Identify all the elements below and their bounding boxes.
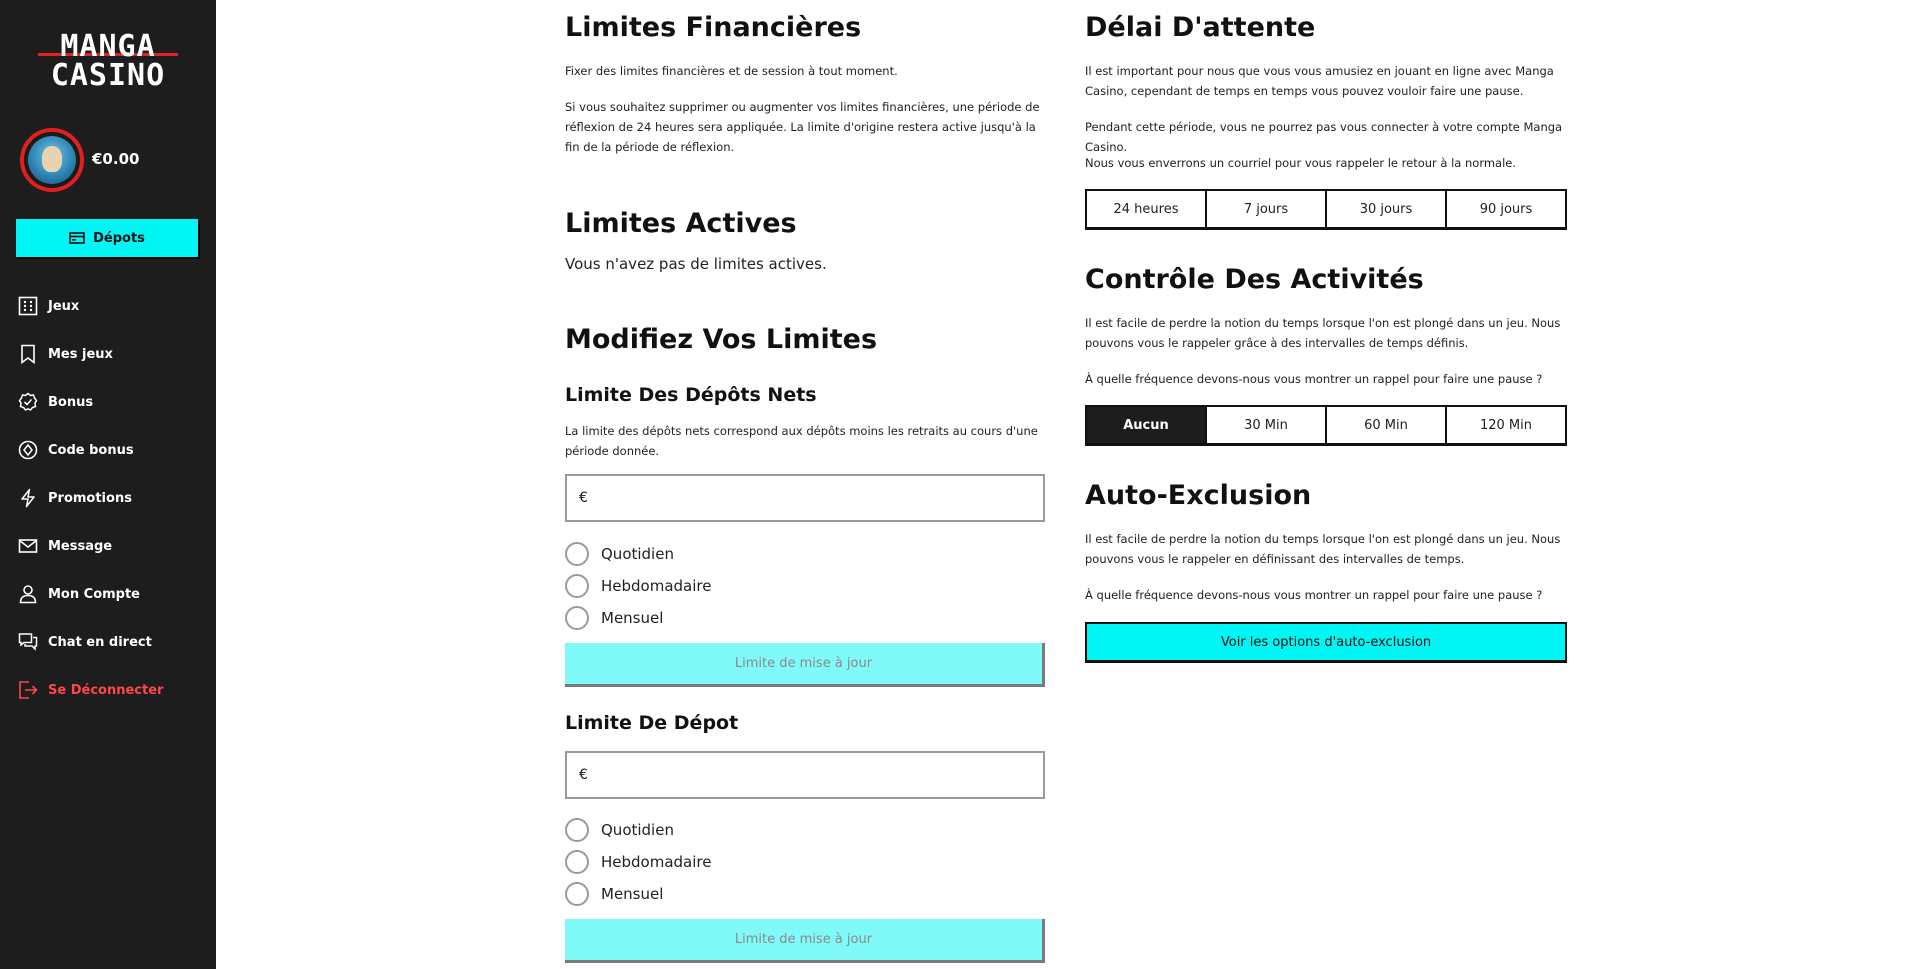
lightning-icon bbox=[21, 488, 35, 508]
chat-icon bbox=[18, 633, 38, 651]
deposit-limit-radio-weekly[interactable]: Hebdomadaire bbox=[565, 850, 711, 874]
sidebar: MANGA CASINO €0.00 Dépots Jeux Mes jeux … bbox=[0, 0, 216, 969]
radio-circle[interactable] bbox=[565, 882, 589, 906]
deposit-button[interactable]: Dépots bbox=[16, 219, 198, 257]
radio-label: Quotidien bbox=[601, 545, 674, 563]
sidebar-item-label: Chat en direct bbox=[48, 634, 152, 650]
manga-casino-logo[interactable]: MANGA CASINO bbox=[38, 32, 178, 91]
cooling-off-title: Délai D'attente bbox=[1085, 12, 1316, 43]
avatar[interactable] bbox=[20, 128, 84, 192]
envelope-icon bbox=[18, 539, 38, 553]
net-deposit-description: La limite des dépôts nets correspond aux… bbox=[565, 424, 1038, 458]
radio-circle[interactable] bbox=[565, 542, 589, 566]
financial-reflection-text: Si vous souhaitez supprimer ou augmenter… bbox=[565, 100, 1040, 154]
financial-intro: Fixer des limites financières et de sess… bbox=[565, 64, 898, 78]
radio-circle[interactable] bbox=[565, 606, 589, 630]
sidebar-item-label: Message bbox=[48, 538, 113, 554]
euro-symbol: € bbox=[579, 767, 588, 783]
deposit-limit-amount-field[interactable] bbox=[591, 767, 1043, 783]
net-deposit-amount-input[interactable]: € bbox=[565, 474, 1045, 522]
net-deposit-radio-monthly[interactable]: Mensuel bbox=[565, 606, 663, 630]
deposit-limit-title: Limite De Dépot bbox=[565, 712, 739, 734]
sidebar-item-label: Mes jeux bbox=[48, 346, 113, 362]
sidebar-item-logout[interactable]: Se Déconnecter bbox=[0, 666, 216, 714]
user-icon bbox=[19, 585, 37, 604]
radio-label: Mensuel bbox=[601, 609, 664, 627]
cooling-option-30d[interactable]: 30 jours bbox=[1327, 191, 1447, 227]
deposit-limit-radio-daily[interactable]: Quotidien bbox=[565, 818, 674, 842]
radio-label: Quotidien bbox=[601, 821, 674, 839]
net-deposit-radio-daily[interactable]: Quotidien bbox=[565, 542, 674, 566]
deposit-limit-update-button[interactable]: Limite de mise à jour bbox=[565, 919, 1045, 963]
net-deposit-update-button[interactable]: Limite de mise à jour bbox=[565, 643, 1045, 687]
deposit-limit-radio-monthly[interactable]: Mensuel bbox=[565, 882, 663, 906]
sidebar-item-promotions[interactable]: Promotions bbox=[0, 474, 216, 522]
sidebar-item-label: Promotions bbox=[48, 490, 132, 506]
cooling-option-24h[interactable]: 24 heures bbox=[1087, 191, 1207, 227]
badge-check-icon bbox=[18, 392, 38, 411]
wallet-icon bbox=[69, 232, 85, 244]
deposit-limit-amount-input[interactable]: € bbox=[565, 751, 1045, 799]
sidebar-item-label: Mon Compte bbox=[48, 586, 141, 602]
cooling-off-email-text: Nous vous enverrons un courriel pour vou… bbox=[1085, 156, 1517, 170]
sidebar-item-mon-compte[interactable]: Mon Compte bbox=[0, 570, 216, 618]
net-deposit-limit-title: Limite Des Dépôts Nets bbox=[565, 384, 817, 406]
euro-symbol: € bbox=[579, 490, 588, 506]
reminder-option-60min[interactable]: 60 Min bbox=[1327, 407, 1447, 443]
cooling-option-7d[interactable]: 7 jours bbox=[1207, 191, 1327, 227]
radio-circle[interactable] bbox=[565, 818, 589, 842]
sidebar-nav: Jeux Mes jeux Bonus Code bonus Promotion… bbox=[0, 282, 216, 714]
sidebar-item-jeux[interactable]: Jeux bbox=[0, 282, 216, 330]
reminder-interval-selector: Aucun 30 Min 60 Min 120 Min bbox=[1085, 405, 1567, 446]
sidebar-item-label: Code bonus bbox=[48, 442, 134, 458]
grid-icon bbox=[18, 296, 38, 316]
self-exclusion-question: À quelle fréquence devons-nous vous mont… bbox=[1085, 588, 1543, 602]
radio-circle[interactable] bbox=[565, 574, 589, 598]
sidebar-item-mes-jeux[interactable]: Mes jeux bbox=[0, 330, 216, 378]
radio-circle[interactable] bbox=[565, 850, 589, 874]
sidebar-item-label: Bonus bbox=[48, 394, 94, 410]
net-deposit-amount-field[interactable] bbox=[591, 490, 1043, 506]
cooling-off-login-text: Pendant cette période, vous ne pourrez p… bbox=[1085, 120, 1563, 154]
sidebar-item-chat[interactable]: Chat en direct bbox=[0, 618, 216, 666]
reminder-option-120min[interactable]: 120 Min bbox=[1447, 407, 1565, 443]
activity-control-question: À quelle fréquence devons-nous vous mont… bbox=[1085, 372, 1543, 386]
radio-label: Hebdomadaire bbox=[601, 853, 712, 871]
radio-label: Hebdomadaire bbox=[601, 577, 712, 595]
sidebar-item-bonus[interactable]: Bonus bbox=[0, 378, 216, 426]
reminder-option-none[interactable]: Aucun bbox=[1087, 407, 1207, 443]
deposit-label: Dépots bbox=[93, 230, 145, 246]
sidebar-item-message[interactable]: Message bbox=[0, 522, 216, 570]
reminder-option-30min[interactable]: 30 Min bbox=[1207, 407, 1327, 443]
coin-icon bbox=[18, 440, 38, 460]
balance: €0.00 bbox=[92, 150, 140, 168]
cooling-option-90d[interactable]: 90 jours bbox=[1447, 191, 1565, 227]
self-exclusion-options-button[interactable]: Voir les options d'auto-exclusion bbox=[1085, 622, 1567, 663]
cooling-off-intro: Il est important pour nous que vous vous… bbox=[1085, 64, 1554, 98]
logout-icon bbox=[19, 681, 38, 699]
self-exclusion-title: Auto-Exclusion bbox=[1085, 480, 1312, 511]
sidebar-item-label: Jeux bbox=[48, 298, 80, 314]
sidebar-item-label: Se Déconnecter bbox=[48, 682, 164, 698]
modify-limits-title: Modifiez Vos Limites bbox=[565, 324, 878, 355]
active-limits-title: Limites Actives bbox=[565, 208, 797, 239]
radio-label: Mensuel bbox=[601, 885, 664, 903]
financial-limits-title: Limites Financières bbox=[565, 12, 862, 43]
sidebar-item-code-bonus[interactable]: Code bonus bbox=[0, 426, 216, 474]
bookmark-icon bbox=[21, 344, 35, 364]
activity-control-intro: Il est facile de perdre la notion du tem… bbox=[1085, 316, 1561, 350]
activity-control-title: Contrôle Des Activités bbox=[1085, 264, 1424, 295]
net-deposit-radio-weekly[interactable]: Hebdomadaire bbox=[565, 574, 711, 598]
cooling-off-period-selector: 24 heures 7 jours 30 jours 90 jours bbox=[1085, 189, 1567, 230]
active-limits-text: Vous n'avez pas de limites actives. bbox=[565, 255, 827, 273]
self-exclusion-intro: Il est facile de perdre la notion du tem… bbox=[1085, 532, 1561, 566]
